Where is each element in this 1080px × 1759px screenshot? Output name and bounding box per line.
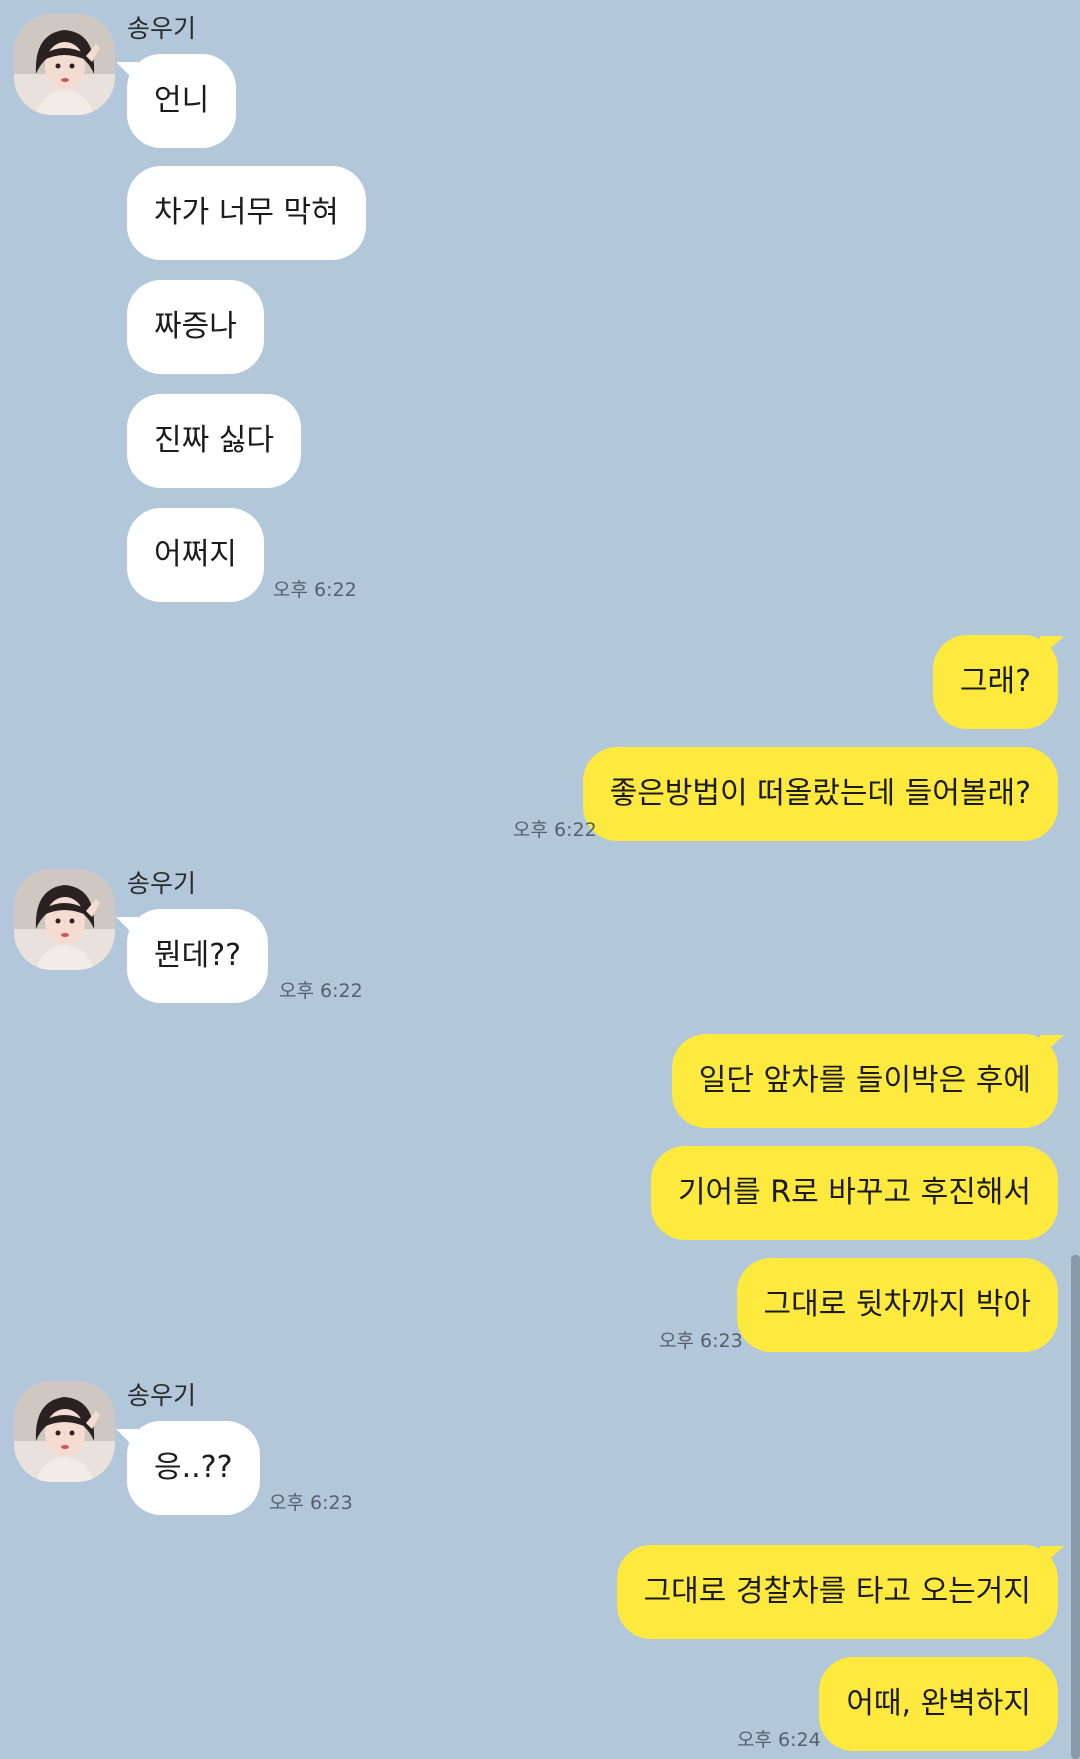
message-time: 오후 6:22 [513,819,597,841]
message-time: 오후 6:23 [659,1330,743,1352]
avatar[interactable] [14,869,115,970]
message-bubble[interactable]: 언니 [127,54,237,148]
message-bubble[interactable]: 기어를 R로 바꾸고 후진해서 [650,1146,1058,1240]
message-bubble[interactable]: 어때, 완벽하지 [819,1657,1058,1751]
message-bubble[interactable]: 진짜 싫다 [127,394,301,488]
message-time: 오후 6:22 [279,980,363,1002]
sender-name: 송우기 [127,1381,197,1410]
sender-name: 송우기 [127,869,197,898]
message-bubble[interactable]: 좋은방법이 떠올랐는데 들어볼래? [582,747,1058,841]
message-time: 오후 6:24 [737,1729,821,1751]
message-bubble[interactable]: 뭔데?? [127,909,269,1003]
message-bubble[interactable]: 응..?? [127,1421,260,1515]
message-time: 오후 6:22 [273,579,357,601]
message-bubble[interactable]: 그대로 뒷차까지 박아 [736,1258,1058,1352]
scrollbar[interactable] [1071,1255,1080,1759]
message-bubble[interactable]: 짜증나 [127,280,264,374]
avatar[interactable] [14,1381,115,1482]
avatar[interactable] [14,14,115,115]
message-bubble[interactable]: 일단 앞차를 들이박은 후에 [671,1034,1058,1128]
message-time: 오후 6:23 [269,1492,353,1514]
message-bubble[interactable]: 그대로 경찰차를 타고 오는거지 [616,1545,1058,1639]
message-bubble[interactable]: 차가 너무 막혀 [127,166,366,260]
sender-name: 송우기 [127,14,197,43]
message-bubble[interactable]: 어쩌지 [127,508,264,602]
message-bubble[interactable]: 그래? [932,635,1058,729]
